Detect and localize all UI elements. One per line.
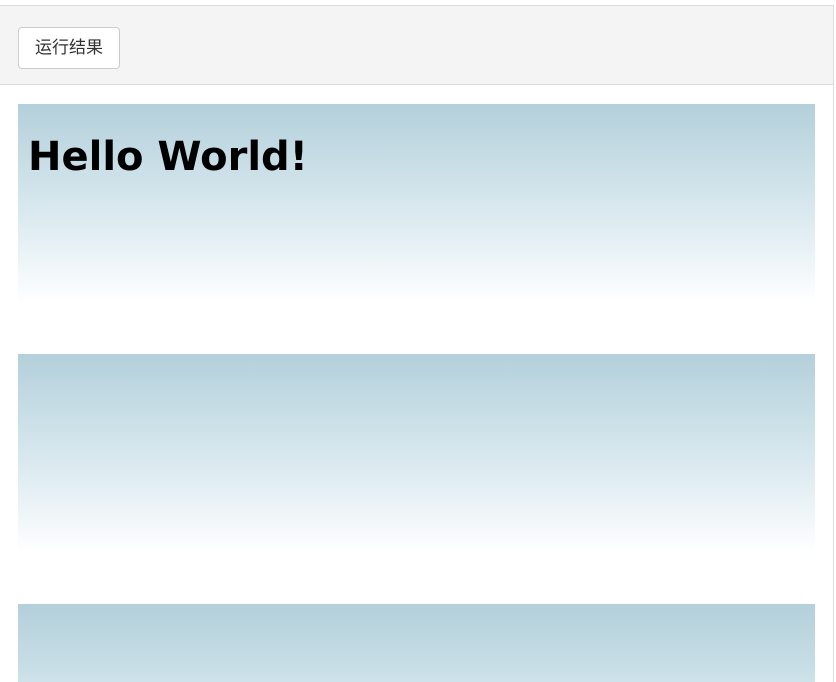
gradient-panel xyxy=(18,354,815,604)
result-area: Hello World! xyxy=(18,104,815,682)
page-heading: Hello World! xyxy=(28,134,308,180)
run-result-button[interactable]: 运行结果 xyxy=(18,27,120,69)
preview-frame: 运行结果 Hello World! xyxy=(0,5,834,682)
toolbar: 运行结果 xyxy=(0,6,833,85)
gradient-panel: Hello World! xyxy=(18,104,815,354)
gradient-panel xyxy=(18,604,815,682)
